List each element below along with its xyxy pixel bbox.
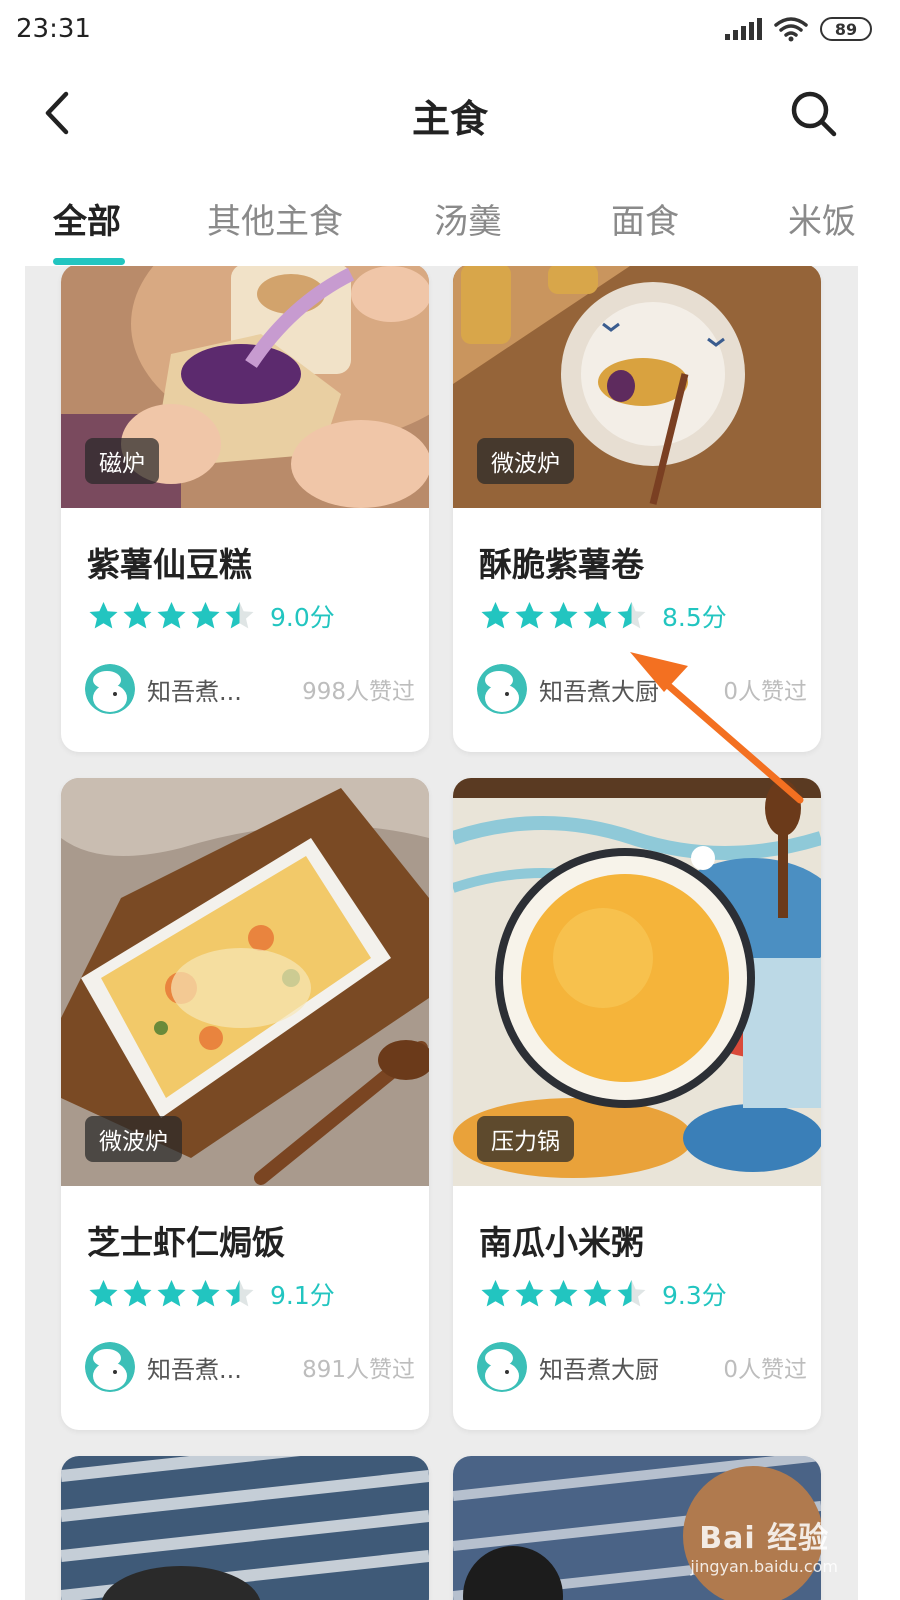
status-icons: 89 xyxy=(725,16,872,42)
recipe-image: 磁炉 xyxy=(61,266,429,508)
recipe-card[interactable]: 磁炉 紫薯仙豆糕 9.0分 知吾煮... 998人赞过 xyxy=(61,266,429,752)
avatar xyxy=(85,1342,135,1392)
author-name: 知吾煮... xyxy=(147,1355,242,1384)
status-time: 23:31 xyxy=(16,14,91,44)
recipe-title: 南瓜小米粥 xyxy=(479,1223,644,1262)
star-icon xyxy=(481,601,510,628)
page-title: 主食 xyxy=(411,97,488,141)
recipe-score: 9.1分 xyxy=(270,1281,335,1310)
recipe-card[interactable] xyxy=(61,1456,429,1600)
recipe-card[interactable]: 微波炉 酥脆紫薯卷 8.5分 知吾煮大厨 0人赞过 xyxy=(453,266,821,752)
recipe-title: 酥脆紫薯卷 xyxy=(479,545,644,584)
avatar xyxy=(477,664,527,714)
search-icon xyxy=(791,91,837,137)
star-icon xyxy=(515,601,544,628)
tab-soup[interactable]: 汤羹 xyxy=(434,194,502,243)
battery-level: 89 xyxy=(834,19,858,39)
recipe-image: 压力锅 xyxy=(453,778,821,1186)
cooking-method-badge: 磁炉 xyxy=(85,438,159,484)
category-tabs: 全部 其他主食 汤羹 面食 米饭 xyxy=(0,180,900,266)
recipe-card[interactable]: 压力锅 南瓜小米粥 9.3分 知吾煮大厨 0人赞过 xyxy=(453,778,821,1430)
star-icon xyxy=(89,601,118,628)
tab-all[interactable]: 全部 xyxy=(53,194,121,243)
recipe-grid: 磁炉 紫薯仙豆糕 9.0分 知吾煮... 998人赞过 微波炉 酥脆紫薯卷 8.… xyxy=(25,266,858,1600)
author-name: 知吾煮大厨 xyxy=(539,677,659,706)
star-icon xyxy=(157,601,186,628)
tab-indicator xyxy=(53,258,125,265)
author-name: 知吾煮大厨 xyxy=(539,1355,659,1384)
star-icon xyxy=(123,601,152,628)
star-icon xyxy=(549,1279,578,1306)
likes-count: 0人赞过 xyxy=(723,679,807,705)
recipe-image xyxy=(61,1456,429,1600)
star-icon xyxy=(89,1279,118,1306)
recipe-info: 芝士虾仁焗饭 9.1分 知吾煮... 891人赞过 xyxy=(61,1186,429,1430)
recipe-card[interactable]: 微波炉 芝士虾仁焗饭 9.1分 知吾煮... 891人赞过 xyxy=(61,778,429,1430)
recipe-image: 微波炉 xyxy=(61,778,429,1186)
star-icon xyxy=(549,601,578,628)
star-icon xyxy=(481,1279,510,1306)
recipe-image: 微波炉 xyxy=(453,266,821,508)
battery-indicator: 89 xyxy=(820,17,872,41)
recipe-author: 知吾煮... 891人赞过 xyxy=(85,1342,415,1392)
star-icon xyxy=(191,1279,220,1306)
recipe-title: 紫薯仙豆糕 xyxy=(87,545,252,584)
star-icon xyxy=(583,1279,612,1306)
watermark-logo: Bai 经验 xyxy=(699,1521,830,1556)
star-rating xyxy=(87,600,256,633)
star-icon xyxy=(617,1279,646,1306)
star-rating xyxy=(87,1278,256,1311)
star-icon xyxy=(225,601,254,628)
cooking-method-badge: 微波炉 xyxy=(477,438,574,484)
star-icon xyxy=(157,1279,186,1306)
star-icon xyxy=(225,1279,254,1306)
star-icon xyxy=(583,601,612,628)
watermark-url: jingyan.baidu.com xyxy=(690,1557,838,1576)
cooking-method-badge: 微波炉 xyxy=(85,1116,182,1162)
avatar xyxy=(477,1342,527,1392)
likes-count: 998人赞过 xyxy=(302,679,415,705)
star-icon xyxy=(515,1279,544,1306)
recipe-rating: 9.3分 xyxy=(479,1276,727,1312)
likes-count: 891人赞过 xyxy=(302,1357,415,1383)
cooking-method-badge: 压力锅 xyxy=(477,1116,574,1162)
recipe-info: 南瓜小米粥 9.3分 知吾煮大厨 0人赞过 xyxy=(453,1186,821,1430)
recipe-rating: 9.1分 xyxy=(87,1276,335,1312)
recipe-rating: 9.0分 xyxy=(87,598,335,634)
avatar xyxy=(85,664,135,714)
recipe-score: 9.0分 xyxy=(270,603,335,632)
star-icon xyxy=(123,1279,152,1306)
tab-rice[interactable]: 米饭 xyxy=(788,194,856,243)
recipe-info: 紫薯仙豆糕 9.0分 知吾煮... 998人赞过 xyxy=(61,508,429,752)
recipe-score: 9.3分 xyxy=(662,1281,727,1310)
recipe-rating: 8.5分 xyxy=(479,598,727,634)
wifi-icon xyxy=(774,17,808,42)
recipe-author: 知吾煮... 998人赞过 xyxy=(85,664,415,714)
star-icon xyxy=(617,601,646,628)
search-button[interactable] xyxy=(790,90,838,138)
tab-noodles[interactable]: 面食 xyxy=(611,194,679,243)
recipe-author: 知吾煮大厨 0人赞过 xyxy=(477,664,807,714)
recipe-title: 芝士虾仁焗饭 xyxy=(87,1223,285,1262)
author-name: 知吾煮... xyxy=(147,677,242,706)
signal-icon xyxy=(725,18,762,40)
star-rating xyxy=(479,600,648,633)
recipe-author: 知吾煮大厨 0人赞过 xyxy=(477,1342,807,1392)
watermark: Bai 经验 jingyan.baidu.com xyxy=(690,1513,838,1576)
recipe-score: 8.5分 xyxy=(662,603,727,632)
recipe-info: 酥脆紫薯卷 8.5分 知吾煮大厨 0人赞过 xyxy=(453,508,821,752)
tab-other-staples[interactable]: 其他主食 xyxy=(207,194,343,243)
star-icon xyxy=(191,601,220,628)
likes-count: 0人赞过 xyxy=(723,1357,807,1383)
app-header: 主食 xyxy=(0,64,900,164)
star-rating xyxy=(479,1278,648,1311)
status-bar: 23:31 89 xyxy=(0,0,900,64)
